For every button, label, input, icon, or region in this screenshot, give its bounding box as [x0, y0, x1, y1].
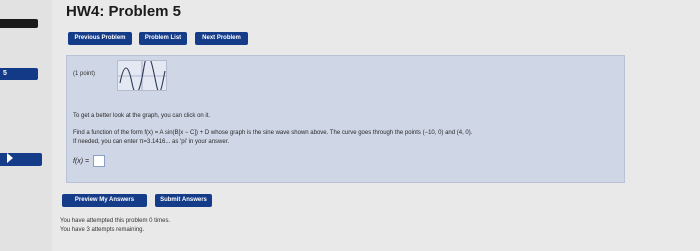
attempts-made-text: You have attempted this problem 0 times.	[60, 218, 171, 224]
answer-row: f(x) =	[73, 155, 106, 167]
problem-box: (1 point) To get a better look at the gr…	[66, 55, 625, 183]
problem-list-button[interactable]: Problem List	[139, 32, 187, 45]
sine-wave-graph	[118, 55, 166, 94]
problem-instruction: Find a function of the form f(x) = A sin…	[73, 130, 473, 136]
attempts-remaining-text: You have 3 attempts remaining.	[60, 227, 145, 233]
sine-graph-thumbnail[interactable]	[117, 55, 167, 94]
previous-problem-button[interactable]: Previous Problem	[68, 32, 132, 45]
submit-answers-button[interactable]: Submit Answers	[155, 194, 212, 207]
answer-input[interactable]	[93, 155, 106, 167]
sidebar-item-current[interactable]: 5	[0, 68, 38, 80]
next-problem-button[interactable]: Next Problem	[195, 32, 248, 45]
sidebar-item-dark[interactable]	[0, 19, 38, 28]
graph-hint-text: To get a better look at the graph, you c…	[73, 113, 211, 119]
pi-note: If needed, you can enter π=3.1416... as …	[73, 139, 230, 145]
mouse-cursor-icon	[7, 153, 13, 163]
left-sidebar: 5	[0, 0, 52, 251]
preview-answers-button[interactable]: Preview My Answers	[62, 194, 147, 207]
page-title: HW4: Problem 5	[66, 3, 182, 20]
main-content: HW4: Problem 5 Previous Problem Problem …	[52, 0, 700, 251]
answer-label: f(x) =	[73, 157, 90, 165]
point-value: (1 point)	[73, 71, 96, 77]
